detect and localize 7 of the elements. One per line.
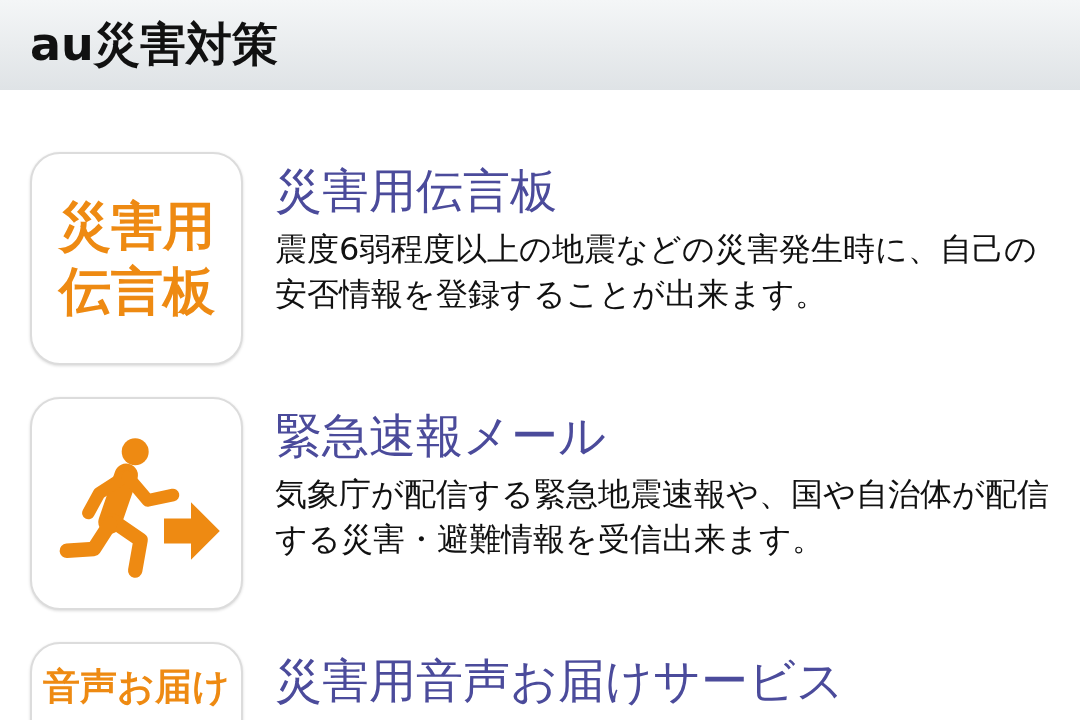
app-icon-background[interactable] [30,397,243,610]
item-title-link[interactable]: 災害用音声お届けサービス [275,650,844,712]
page-title: au災害対策 [30,16,278,73]
item-description: 震度6弱程度以上の地震などの災害発生時に、自己の安否情報を登録することが出来ます。 [275,229,1039,316]
item-title-link[interactable]: 災害用伝言板 [275,160,1050,222]
item-title-link[interactable]: 緊急速報メール [275,405,1050,467]
item-description: 気象庁が配信する緊急地震速報や、国や自治体が配信する災害・避難情報を受信出来ます。 [275,474,1050,561]
